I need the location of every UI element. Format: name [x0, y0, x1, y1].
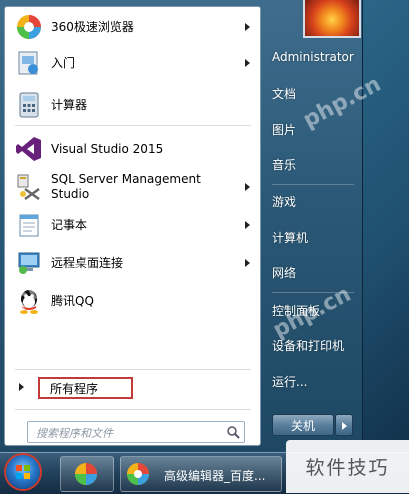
program-label: 入门	[51, 55, 76, 70]
program-label: 记事本	[51, 217, 88, 232]
link-computer[interactable]: 计算机	[272, 229, 308, 246]
remote-desktop-icon	[15, 249, 43, 277]
program-label: 腾讯QQ	[51, 293, 94, 308]
pinned-app-icon	[75, 463, 97, 485]
programs-pane: 360极速浏览器 入门 计算器 Visual Studio 2015 SQL S…	[4, 6, 261, 446]
program-label: Visual Studio 2015	[51, 141, 164, 156]
all-programs[interactable]: 所有程序	[5, 373, 260, 403]
search-box[interactable]	[27, 421, 245, 443]
link-pictures[interactable]: 图片	[272, 121, 296, 138]
divider	[272, 184, 354, 185]
link-games[interactable]: 游戏	[272, 193, 296, 210]
user-avatar[interactable]	[303, 0, 361, 38]
program-item-calculator[interactable]: 计算器	[5, 87, 260, 123]
program-item-visual-studio[interactable]: Visual Studio 2015	[5, 131, 260, 167]
start-button[interactable]	[6, 455, 40, 489]
shutdown-button[interactable]: 关机	[272, 414, 334, 436]
chevron-right-icon[interactable]	[245, 259, 250, 267]
start-menu: 360极速浏览器 入门 计算器 Visual Studio 2015 SQL S…	[0, 0, 363, 452]
taskbar-window-title: 高级编辑器_百度...	[164, 469, 266, 483]
search-icon[interactable]	[226, 425, 240, 439]
360-browser-icon	[15, 13, 43, 41]
chevron-right-icon[interactable]	[245, 183, 250, 191]
visual-studio-icon	[15, 135, 43, 163]
program-label: 计算器	[51, 97, 88, 112]
program-item-notepad[interactable]: 记事本	[5, 207, 260, 243]
all-programs-label[interactable]: 所有程序	[38, 377, 133, 399]
sql-server-icon	[15, 173, 43, 201]
notepad-icon	[15, 211, 43, 239]
windows-logo-icon	[16, 465, 30, 479]
search-input[interactable]	[34, 423, 218, 443]
watermark-badge: 软件技巧	[286, 440, 409, 493]
program-item-getting-started[interactable]: 入门	[5, 45, 260, 81]
link-documents[interactable]: 文档	[272, 85, 296, 102]
link-network[interactable]: 网络	[272, 264, 296, 281]
user-name[interactable]: Administrator	[272, 50, 354, 64]
chevron-right-icon	[19, 383, 24, 391]
program-item-sql-server[interactable]: SQL Server Management Studio	[5, 169, 260, 205]
getting-started-icon	[15, 49, 43, 77]
chevron-right-icon[interactable]	[245, 221, 250, 229]
link-run[interactable]: 运行...	[272, 373, 307, 390]
program-label: 360极速浏览器	[51, 19, 134, 34]
calculator-icon	[15, 91, 43, 119]
program-label: SQL Server Management Studio	[51, 172, 201, 201]
divider	[15, 369, 251, 370]
divider	[15, 409, 251, 410]
link-music[interactable]: 音乐	[272, 156, 296, 173]
divider	[15, 125, 251, 126]
chevron-right-icon[interactable]	[245, 59, 250, 67]
program-item-360-browser[interactable]: 360极速浏览器	[5, 9, 260, 45]
taskbar-app-button[interactable]	[60, 456, 114, 492]
360-browser-icon	[127, 463, 149, 485]
chevron-right-icon[interactable]	[245, 23, 250, 31]
shutdown-options-button[interactable]	[335, 414, 353, 436]
